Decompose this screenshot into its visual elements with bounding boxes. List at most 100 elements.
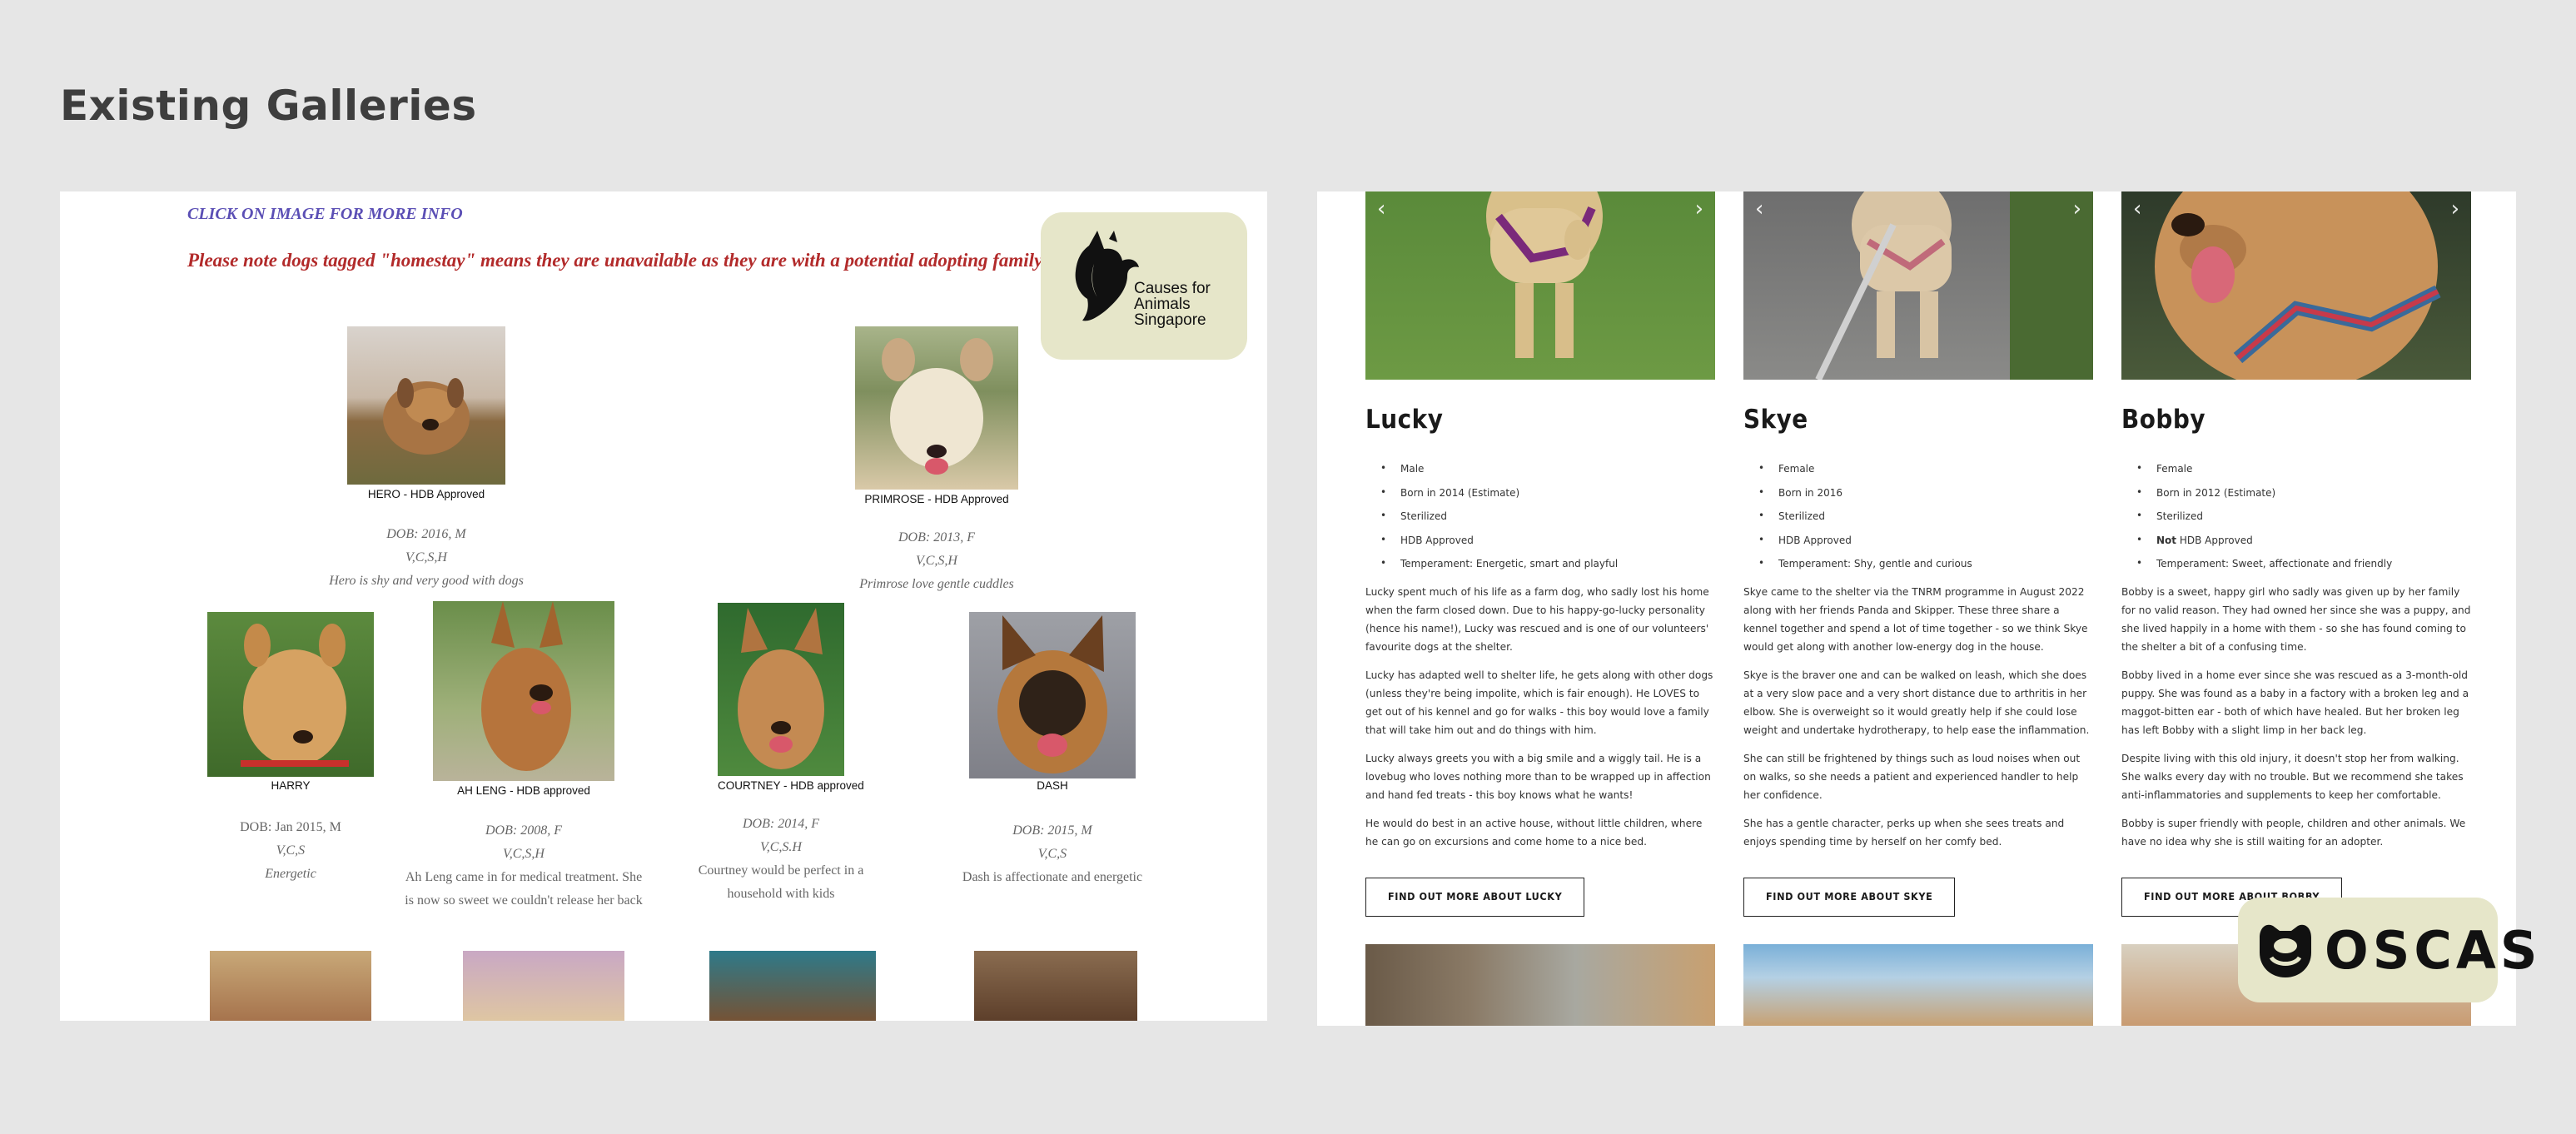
fact-item: Female <box>2136 462 2392 487</box>
description-paragraph: Despite living with this old injury, it … <box>2121 753 2464 801</box>
dog-name: Skye <box>1743 405 1808 435</box>
dog-caption[interactable]: DASH <box>969 779 1136 792</box>
chevron-right-icon[interactable]: › <box>1695 196 1703 221</box>
fact-item: Not HDB Approved <box>2136 534 2392 559</box>
cas-logo-line2: Animals <box>1134 296 1191 313</box>
dog-desc: Ah Leng came in for medical treatment. S… <box>405 870 643 908</box>
chevron-right-icon[interactable]: › <box>2451 196 2459 221</box>
fact-item: Sterilized <box>1758 510 1972 535</box>
cat-dog-silhouette-icon <box>1075 231 1139 321</box>
fact-item: Male <box>1380 462 1618 487</box>
dog-photo-partial[interactable] <box>463 951 624 1021</box>
dog-desc: Courtney would be perfect in a household… <box>698 863 864 901</box>
dog-desc: Energetic <box>265 867 316 881</box>
dog-caption[interactable]: HARRY <box>207 779 374 792</box>
dog-dob: DOB: 2008, F <box>485 823 562 838</box>
cas-logo-line1: Causes for <box>1134 280 1211 297</box>
oscas-logo-text: OSCAS <box>2325 920 2542 981</box>
chevron-left-icon[interactable]: ‹ <box>1755 196 1763 221</box>
dog-photo-carousel[interactable]: ‹ › <box>2121 191 2471 380</box>
description-paragraph: She can still be frightened by things su… <box>1743 753 2081 801</box>
dog-facts: Female Born in 2016 Sterilized HDB Appro… <box>1758 462 1972 582</box>
dog-desc: Dash is affectionate and energetic <box>962 870 1143 884</box>
description-paragraph: Skye is the braver one and can be walked… <box>1743 669 2090 736</box>
dog-caption[interactable]: PRIMROSE - HDB Approved <box>855 493 1018 505</box>
dog-description: Skye came to the shelter via the TNRM pr… <box>1743 583 2093 861</box>
next-dog-photo[interactable] <box>1743 944 2093 1026</box>
oscas-logo-badge: OSCAS <box>2238 898 2538 1002</box>
description-paragraph: Bobby is a sweet, happy girl who sadly w… <box>2121 586 2471 653</box>
description-paragraph: He would do best in an active house, wit… <box>1365 818 1703 848</box>
description-paragraph: Bobby lived in a home ever since she was… <box>2121 669 2469 736</box>
dog-photo-partial[interactable] <box>709 951 876 1021</box>
dog-photo-partial[interactable] <box>210 951 371 1021</box>
cas-logo-badge: Causes for Animals Singapore <box>1041 212 1247 360</box>
description-paragraph: She has a gentle character, perks up whe… <box>1743 818 2065 848</box>
dog-dob: DOB: 2015, M <box>1012 823 1092 838</box>
find-out-more-lucky-button[interactable]: FIND OUT MORE ABOUT LUCKY <box>1365 878 1585 917</box>
page-title: Existing Galleries <box>60 82 477 130</box>
dog-facts: Female Born in 2012 (Estimate) Sterilize… <box>2136 462 2392 582</box>
dog-vcs: V,C,S,H <box>405 550 447 565</box>
cas-gallery-panel: CLICK ON IMAGE FOR MORE INFO Please note… <box>60 191 1267 1021</box>
fact-item: Sterilized <box>2136 510 2392 535</box>
fact-text: HDB Approved <box>2179 534 2253 546</box>
homestay-note: Please note dogs tagged "homestay" means… <box>187 250 1043 271</box>
fact-item: Female <box>1758 462 1972 487</box>
find-out-more-skye-button[interactable]: FIND OUT MORE ABOUT SKYE <box>1743 878 1956 917</box>
dog-photo[interactable] <box>347 326 505 485</box>
dog-vcs: V,C,S,H <box>916 554 957 568</box>
dog-details: DOB: Jan 2015, M V,C,S Energetic <box>174 816 407 886</box>
dog-vcs: V,C,S <box>276 843 306 858</box>
dog-caption[interactable]: COURTNEY - HDB approved <box>718 779 864 792</box>
dog-dob: DOB: 2016, M <box>386 527 466 541</box>
click-for-info-text: CLICK ON IMAGE FOR MORE INFO <box>187 205 463 223</box>
description-paragraph: Lucky spent much of his life as a farm d… <box>1365 586 1709 653</box>
dog-caption[interactable]: HERO - HDB Approved <box>347 488 505 500</box>
dog-details: DOB: 2014, F V,C,S.H Courtney would be p… <box>684 813 878 906</box>
dog-dob: DOB: 2013, F <box>898 530 975 545</box>
dog-facts: Male Born in 2014 (Estimate) Sterilized … <box>1380 462 1618 582</box>
next-dog-photo[interactable] <box>1365 944 1715 1026</box>
description-paragraph: Skye came to the shelter via the TNRM pr… <box>1743 586 2088 653</box>
dog-name: Lucky <box>1365 405 1444 435</box>
description-paragraph: Bobby is super friendly with people, chi… <box>2121 818 2466 848</box>
fact-item: Born in 2014 (Estimate) <box>1380 486 1618 511</box>
cas-logo-line3: Singapore <box>1134 311 1206 329</box>
chevron-right-icon[interactable]: › <box>2073 196 2081 221</box>
dog-description: Lucky spent much of his life as a farm d… <box>1365 583 1715 861</box>
dog-photo-carousel[interactable]: ‹ › <box>1743 191 2093 380</box>
fact-item: HDB Approved <box>1758 534 1972 559</box>
dog-details: DOB: 2016, M V,C,S,H Hero is shy and ver… <box>314 523 539 593</box>
dog-vcs: V,C,S <box>1037 847 1067 861</box>
chevron-left-icon[interactable]: ‹ <box>2133 196 2141 221</box>
dog-dob: DOB: Jan 2015, M <box>240 820 341 834</box>
chevron-left-icon[interactable]: ‹ <box>1377 196 1385 221</box>
fact-item: Temperament: Shy, gentle and curious <box>1758 557 1972 582</box>
dog-details: DOB: 2008, F V,C,S,H Ah Leng came in for… <box>400 819 648 913</box>
dog-desc: Hero is shy and very good with dogs <box>329 574 524 588</box>
dog-dob: DOB: 2014, F <box>743 817 819 831</box>
dog-photo[interactable] <box>433 601 614 781</box>
dog-photo[interactable] <box>969 612 1136 778</box>
dog-desc: Primrose love gentle cuddles <box>859 577 1014 591</box>
dog-photo-partial[interactable] <box>974 951 1137 1021</box>
dog-photo[interactable] <box>718 603 844 776</box>
cas-logo-text: Causes for Animals Singapore <box>1134 281 1211 328</box>
description-paragraph: Lucky has adapted well to shelter life, … <box>1365 669 1713 736</box>
dog-vcs: V,C,S.H <box>760 840 802 854</box>
dog-caption[interactable]: AH LENG - HDB approved <box>433 784 614 797</box>
fact-item: Born in 2012 (Estimate) <box>2136 486 2392 511</box>
fact-item: Temperament: Sweet, affectionate and fri… <box>2136 557 2392 582</box>
dog-face-logo-icon <box>2260 924 2311 977</box>
fact-item: Sterilized <box>1380 510 1618 535</box>
dog-vcs: V,C,S,H <box>503 847 545 861</box>
dog-name: Bobby <box>2121 405 2206 435</box>
dog-details: DOB: 2013, F V,C,S,H Primrose love gentl… <box>822 526 1052 596</box>
not-label: Not <box>2156 534 2177 546</box>
dog-card-lucky: ‹ › Lucky Male Born in 2014 (Estimate) S… <box>1365 191 1715 1026</box>
dog-photo-carousel[interactable]: ‹ › <box>1365 191 1715 380</box>
dog-photo[interactable] <box>207 612 374 777</box>
description-paragraph: Lucky always greets you with a big smile… <box>1365 753 1711 801</box>
dog-photo[interactable] <box>855 326 1018 490</box>
